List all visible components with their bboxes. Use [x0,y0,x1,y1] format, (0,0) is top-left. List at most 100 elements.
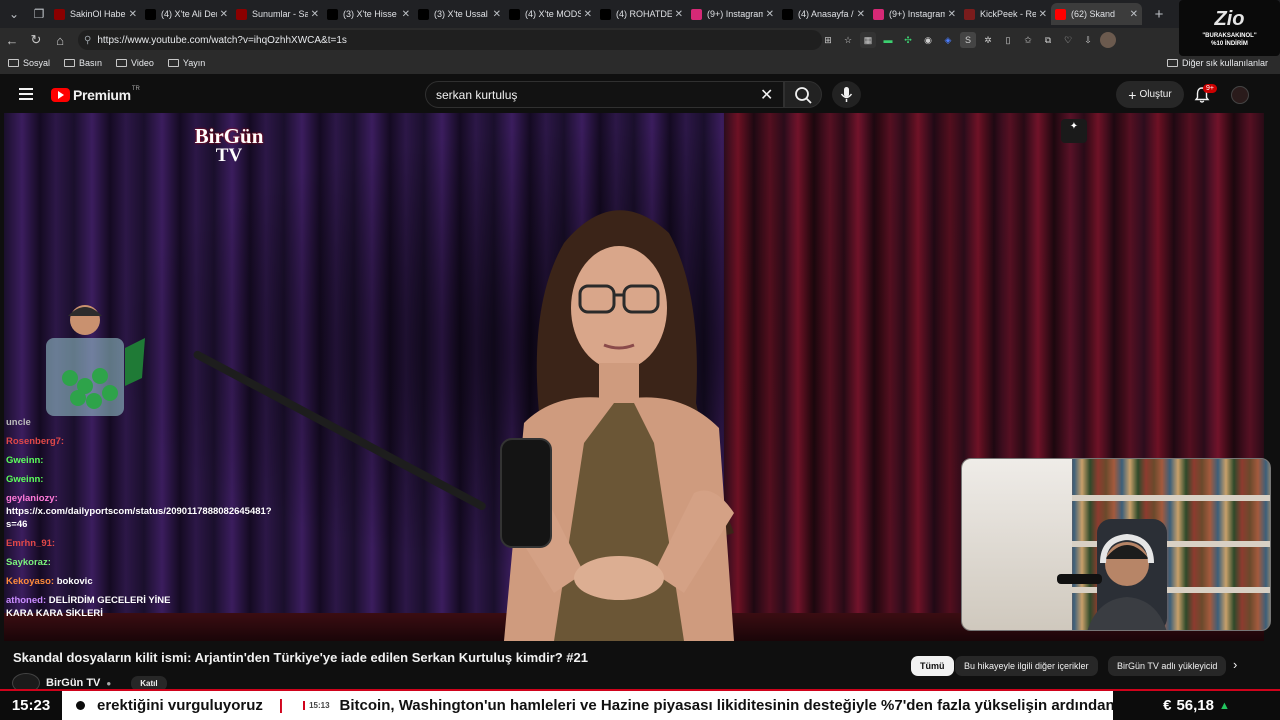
notification-count-badge: 9+ [1203,84,1217,93]
clear-search-icon[interactable]: ✕ [760,85,773,105]
extension-icon[interactable]: ◈ [940,32,956,48]
chip-all[interactable]: Tümü [911,656,954,676]
youtube-logo[interactable]: Premium TR [51,86,140,103]
downloads-icon[interactable]: ⇩ [1080,32,1096,48]
chat-username[interactable]: Saykoraz: [6,557,51,568]
close-tab-icon[interactable]: ✕ [129,9,137,20]
chat-username[interactable]: Gweinn: [6,455,43,466]
search-button[interactable] [784,81,822,108]
browser-tab[interactable]: (4) Anasayfa / ✕ [778,3,869,25]
country-code: TR [131,86,140,92]
close-tab-icon[interactable]: ✕ [948,9,956,20]
browser-tab[interactable]: Sunumlar - Sak✕ [232,3,323,25]
extension-icon[interactable]: S [960,32,976,48]
chat-username[interactable]: uncle [6,417,31,428]
browser-tab[interactable]: (3) X'te Hisse P✕ [323,3,414,25]
copilot-icon[interactable]: ♡ [1060,32,1076,48]
tab-search-icon[interactable]: ⌄ [3,3,25,25]
search-icon [795,87,812,104]
extensions-puzzle-icon[interactable]: ✲ [980,32,996,48]
browser-tab[interactable]: KickPeek - Rea✕ [960,3,1051,25]
browser-tab[interactable]: (3) X'te Ussal S✕ [414,3,505,25]
news-ticker: 15:23 erektiğini vurguluyoruz | 15:13 Bi… [0,689,1280,720]
close-tab-icon[interactable]: ✕ [311,9,319,20]
browser-tab[interactable]: (9+) Instagram ✕ [869,3,960,25]
bookmark-label: Diğer sık kullanılanlar [1181,58,1268,68]
close-tab-icon[interactable]: ✕ [402,9,410,20]
url-text: https://www.youtube.com/watch?v=ihqOzhhX… [97,34,347,46]
bookmark-folder[interactable]: Basın [64,58,102,68]
account-avatar[interactable] [1231,86,1249,104]
install-app-icon[interactable]: ⊞ [820,32,836,48]
back-icon[interactable]: ← [0,33,24,48]
search-input[interactable]: serkan kurtuluş [425,81,784,108]
sakinol-favicon [54,8,65,20]
bookmark-folder[interactable]: Sosyal [8,58,50,68]
url-field[interactable]: ⚲ https://www.youtube.com/watch?v=ihqOzh… [78,30,822,50]
x-favicon [782,8,793,20]
reload-icon[interactable]: ↻ [24,32,48,48]
tab-title: (3) X'te Hisse P [343,9,399,19]
close-tab-icon[interactable]: ✕ [220,9,228,20]
search-query-text: serkan kurtuluş [436,87,518,102]
ticker-timestamp: 15:13 [303,701,330,710]
close-tab-icon[interactable]: ✕ [1039,9,1047,20]
other-bookmarks-folder[interactable]: Diğer sık kullanılanlar [1166,58,1268,68]
close-tab-icon[interactable]: ✕ [857,9,865,20]
chip-related-story[interactable]: Bu hikayeyle ilgili diğer içerikler [955,656,1098,676]
extension-icon[interactable]: ✣ [900,32,916,48]
chat-message: athoned: DELİRDİM GECELERİ YİNE KARA KAR… [6,594,174,620]
collections-icon[interactable]: ⧉ [1040,32,1056,48]
bookmark-folder[interactable]: Video [116,58,154,68]
bookmark-star-icon[interactable]: ☆ [840,32,856,48]
extension-icon[interactable]: ◉ [920,32,936,48]
profile-avatar[interactable] [1100,32,1116,48]
browser-tab[interactable]: (4) ROHATDEM✕ [596,3,687,25]
extension-icon[interactable]: ▬ [880,32,896,48]
streamer-figure [1057,519,1167,630]
bookmark-label: Basın [79,58,103,68]
new-tab-button[interactable]: + [1148,6,1170,23]
tab-title: SakinOl Haber [70,9,126,19]
bookmark-label: Yayın [182,58,206,68]
close-tab-icon[interactable]: ✕ [1130,9,1138,20]
browser-tab[interactable]: SakinOl Haber ✕ [50,3,141,25]
chat-username[interactable]: geylaniozy: [6,493,58,504]
chat-message: uncle [6,416,174,429]
channel-watermark: BirGün TV [183,125,275,165]
chat-username[interactable]: Kekoyaso: [6,576,54,587]
chat-text: bokovic [56,576,93,587]
workspaces-icon[interactable]: ❐ [28,3,50,25]
favorites-icon[interactable]: ✩ [1020,32,1036,48]
bookmark-folder[interactable]: Yayın [167,58,206,68]
chat-username[interactable]: Gweinn: [6,474,43,485]
extension-icon[interactable]: ▦ [860,32,876,48]
browser-tab[interactable]: (4) X'te Ali Den ✕ [141,3,232,25]
chat-username[interactable]: Emrhn_91: [6,538,55,549]
voice-search-button[interactable] [832,81,861,108]
chat-message: Emrhn_91: [6,537,174,550]
menu-icon[interactable] [19,88,33,103]
browser-tab[interactable]: (4) X'te MODS ✕ [505,3,596,25]
browser-tab[interactable]: (62) Skand ✕ [1051,3,1142,25]
tab-title: KickPeek - Rea [980,9,1036,19]
microphone-icon [840,87,853,102]
chevron-right-icon[interactable]: › [1233,657,1237,672]
sparkle-icon[interactable]: ✦ [1061,119,1087,143]
split-screen-icon[interactable]: ▯ [1000,32,1016,48]
folder-icon [116,59,128,67]
home-icon[interactable]: ⌂ [48,33,72,48]
create-button[interactable]: + Oluştur [1116,81,1184,108]
site-info-icon[interactable]: ⚲ [84,35,91,46]
channel-name[interactable]: BirGün TV [46,677,100,689]
close-tab-icon[interactable]: ✕ [493,9,501,20]
browser-tab[interactable]: (9+) Instagram ✕ [687,3,778,25]
close-tab-icon[interactable]: ✕ [766,9,774,20]
promo-code: "BURAKSAKINOL" [1202,33,1257,39]
chat-username[interactable]: athoned: [6,595,46,606]
chat-username[interactable]: Rosenberg7: [6,436,64,447]
chip-uploader[interactable]: BirGün TV adlı yükleyicid [1108,656,1226,676]
currency-widget: € 56,18 ▲ [1113,691,1280,720]
close-tab-icon[interactable]: ✕ [675,9,683,20]
close-tab-icon[interactable]: ✕ [584,9,592,20]
